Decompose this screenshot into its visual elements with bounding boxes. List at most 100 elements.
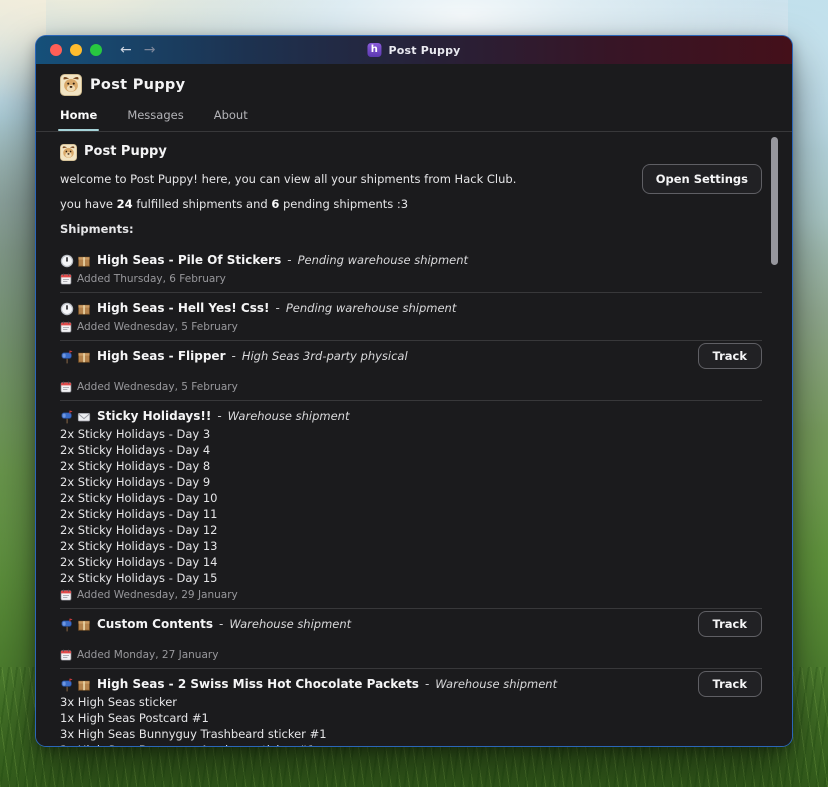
shipment-item: 3x High Seas Bunnyguy Arrpheus sticker #… — [60, 742, 762, 746]
track-button[interactable]: Track — [698, 671, 762, 697]
shipment-items: 3x High Seas sticker1x High Seas Postcar… — [60, 694, 762, 746]
shipment-date-text: Added Monday, 27 January — [77, 648, 218, 662]
app-header: Post Puppy — [36, 64, 792, 96]
calendar-icon — [60, 321, 72, 333]
shipment-row: High Seas - Hell Yes! Css! - Pending war… — [60, 293, 762, 341]
shipment-item: 2x Sticky Holidays - Day 8 — [60, 458, 762, 474]
shipment-row: High Seas - Flipper - High Seas 3rd-part… — [60, 341, 762, 401]
shipment-date-text: Added Wednesday, 29 January — [77, 588, 238, 602]
package-icon — [77, 618, 91, 632]
shipment-title: Sticky Holidays!! — [97, 407, 211, 426]
shipment-status: Warehouse shipment — [229, 615, 351, 634]
envelope-icon — [77, 410, 91, 424]
shipment-row: High Seas - Pile Of Stickers - Pending w… — [60, 245, 762, 293]
shipment-item: 3x High Seas sticker — [60, 694, 762, 710]
tab-about[interactable]: About — [214, 108, 248, 131]
shipment-status: Pending warehouse shipment — [286, 299, 456, 318]
hackclub-app-icon: h — [367, 43, 381, 57]
tab-messages[interactable]: Messages — [127, 108, 183, 131]
shipment-date-text: Added Thursday, 6 February — [77, 272, 226, 286]
forward-icon[interactable]: → — [144, 43, 156, 57]
shipment-title: High Seas - Pile Of Stickers — [97, 251, 281, 270]
clock-icon — [60, 302, 74, 316]
main-nav: Home Messages About — [36, 96, 792, 132]
minimize-button[interactable] — [70, 44, 82, 56]
content-scroll-area: Post Puppy welcome to Post Puppy! here, … — [36, 132, 792, 746]
post-puppy-dog-icon — [60, 74, 82, 96]
shipment-separator: - — [276, 299, 280, 318]
shipment-title: High Seas - Flipper — [97, 347, 225, 366]
home-page: Post Puppy welcome to Post Puppy! here, … — [36, 132, 792, 746]
fulfilled-count: 24 — [117, 197, 133, 211]
shipment-row: Custom Contents - Warehouse shipment Tra… — [60, 609, 762, 669]
shipment-item: 2x Sticky Holidays - Day 4 — [60, 442, 762, 458]
shipment-title: High Seas - 2 Swiss Miss Hot Chocolate P… — [97, 675, 419, 694]
window-controls — [50, 44, 102, 56]
app-window: ← → h Post Puppy Post Puppy Home Message… — [36, 36, 792, 746]
shipment-title: High Seas - Hell Yes! Css! — [97, 299, 270, 318]
shipment-separator: - — [231, 347, 235, 366]
shipment-status: High Seas 3rd-party physical — [242, 347, 408, 366]
shipment-separator: - — [219, 615, 223, 634]
shipment-status: Pending warehouse shipment — [298, 251, 468, 270]
tab-home[interactable]: Home — [60, 108, 97, 131]
shipment-item: 2x Sticky Holidays - Day 9 — [60, 474, 762, 490]
package-icon — [77, 350, 91, 364]
window-title: h Post Puppy — [367, 43, 460, 57]
shipment-icons — [60, 678, 91, 692]
mailbox-icon — [60, 618, 74, 632]
post-puppy-dog-icon — [60, 144, 77, 161]
shipment-icons — [60, 410, 91, 424]
shipment-date-text: Added Wednesday, 5 February — [77, 380, 238, 394]
shipment-icons — [60, 618, 91, 632]
shipment-icons — [60, 302, 91, 316]
shipment-list: High Seas - Pile Of Stickers - Pending w… — [60, 245, 762, 746]
clock-icon — [60, 254, 74, 268]
calendar-icon — [60, 273, 72, 285]
back-icon[interactable]: ← — [120, 43, 132, 57]
mailbox-icon — [60, 410, 74, 424]
history-nav: ← → — [120, 43, 155, 57]
window-titlebar: ← → h Post Puppy — [36, 36, 792, 64]
app-title: Post Puppy — [90, 77, 185, 93]
shipment-item: 3x High Seas Bunnyguy Trashbeard sticker… — [60, 726, 762, 742]
scrollbar-thumb[interactable] — [771, 137, 778, 265]
package-icon — [77, 254, 91, 268]
package-icon — [77, 302, 91, 316]
shipment-item: 2x Sticky Holidays - Day 14 — [60, 554, 762, 570]
shipment-items: 2x Sticky Holidays - Day 32x Sticky Holi… — [60, 426, 762, 586]
shipment-item: 2x Sticky Holidays - Day 11 — [60, 506, 762, 522]
shipment-status: Warehouse shipment — [228, 407, 350, 426]
shipment-item: 2x Sticky Holidays - Day 12 — [60, 522, 762, 538]
close-button[interactable] — [50, 44, 62, 56]
shipment-title: Custom Contents — [97, 615, 213, 634]
window-title-text: Post Puppy — [388, 44, 460, 57]
mailbox-icon — [60, 678, 74, 692]
zoom-button[interactable] — [90, 44, 102, 56]
shipment-row: High Seas - 2 Swiss Miss Hot Chocolate P… — [60, 669, 762, 746]
stats-text: you have 24 fulfilled shipments and 6 pe… — [60, 196, 762, 212]
shipment-status: Warehouse shipment — [435, 675, 557, 694]
shipment-separator: - — [217, 407, 221, 426]
shipment-row: Sticky Holidays!! - Warehouse shipment 2… — [60, 401, 762, 609]
shipment-item: 2x Sticky Holidays - Day 3 — [60, 426, 762, 442]
shipment-separator: - — [287, 251, 291, 270]
page-title: Post Puppy — [60, 142, 762, 162]
shipment-item: 2x Sticky Holidays - Day 15 — [60, 570, 762, 586]
shipments-label: Shipments: — [60, 221, 762, 237]
open-settings-button[interactable]: Open Settings — [642, 164, 762, 194]
calendar-icon — [60, 649, 72, 661]
calendar-icon — [60, 381, 72, 393]
shipment-item: 2x Sticky Holidays - Day 13 — [60, 538, 762, 554]
app-content: Post Puppy Home Messages About Post Pupp… — [36, 64, 792, 746]
shipment-icons — [60, 254, 91, 268]
track-button[interactable]: Track — [698, 343, 762, 369]
shipment-icons — [60, 350, 91, 364]
calendar-icon — [60, 589, 72, 601]
shipment-item: 1x High Seas Postcard #1 — [60, 710, 762, 726]
shipment-item: 2x Sticky Holidays - Day 10 — [60, 490, 762, 506]
shipment-separator: - — [425, 675, 429, 694]
mailbox-icon — [60, 350, 74, 364]
shipment-date-text: Added Wednesday, 5 February — [77, 320, 238, 334]
track-button[interactable]: Track — [698, 611, 762, 637]
